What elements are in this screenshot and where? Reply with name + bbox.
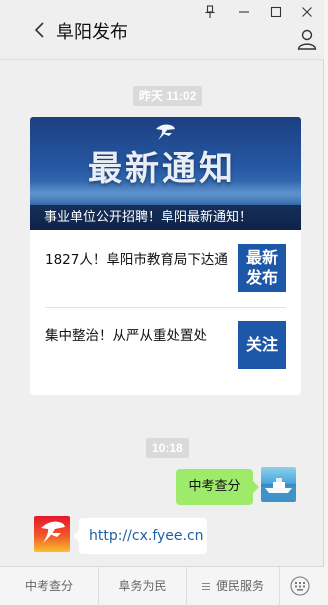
- thumbnail-text: 发布: [245, 268, 278, 287]
- article-item[interactable]: 1827人！阜阳市教育局下达通 最新 发布: [30, 232, 301, 292]
- banner-heading: 最新通知: [88, 149, 236, 189]
- article-banner[interactable]: 最新通知 事业单位公开招聘！阜阳最新通知！: [30, 117, 301, 230]
- submenu-icon: [201, 583, 210, 590]
- menu-item-convenience[interactable]: 便民服务: [187, 567, 279, 605]
- user-avatar[interactable]: [261, 467, 296, 502]
- chat-window: 阜阳发布 昨天 11:02 最新通知 事业单位公开招聘！阜阳最新通知！ 1827…: [0, 0, 324, 605]
- keyboard-icon[interactable]: [290, 576, 310, 596]
- fuyang-logo-icon: [156, 124, 175, 140]
- menu-item-label: 便民服务: [215, 579, 264, 593]
- menu-divider: [279, 567, 280, 605]
- pin-icon[interactable]: [199, 3, 221, 21]
- message-timestamp: 昨天 11:02: [133, 86, 203, 106]
- account-menu-bar: 中考查分 阜务为民 便民服务: [0, 566, 324, 605]
- fuyang-logo-icon: [41, 521, 65, 543]
- chat-title: 阜阳发布: [56, 22, 128, 43]
- sent-message-bubble[interactable]: 中考查分: [176, 469, 259, 505]
- thumbnail-text: 关注: [245, 335, 278, 354]
- banner-caption: 事业单位公开招聘！阜阳最新通知！: [30, 205, 301, 230]
- message-timestamp: 10:18: [146, 438, 189, 458]
- close-icon[interactable]: [296, 3, 318, 21]
- menu-item-public-service[interactable]: 阜务为民: [99, 567, 186, 605]
- official-account-avatar[interactable]: [34, 516, 70, 552]
- article-title: 集中整治！从严从重处置处: [45, 328, 207, 344]
- account-profile-icon[interactable]: [296, 28, 318, 50]
- article-item[interactable]: 集中整治！从严从重处置处 关注: [30, 308, 301, 369]
- article-card[interactable]: 最新通知 事业单位公开招聘！阜阳最新通知！ 1827人！阜阳市教育局下达通 最新…: [30, 117, 301, 395]
- article-thumbnail: 关注: [238, 321, 286, 369]
- back-arrow-icon[interactable]: [32, 20, 48, 40]
- title-bar: 阜阳发布: [0, 0, 324, 60]
- background-window-edge: [324, 0, 328, 605]
- minimize-icon[interactable]: [233, 3, 255, 21]
- thumbnail-text: 最新: [245, 248, 278, 267]
- received-message-link[interactable]: http://cx.fyee.cn: [73, 518, 207, 554]
- menu-item-score-query[interactable]: 中考查分: [0, 567, 98, 605]
- maximize-icon[interactable]: [265, 3, 287, 21]
- article-thumbnail: 最新 发布: [238, 244, 286, 292]
- article-title: 1827人！阜阳市教育局下达通: [45, 252, 228, 268]
- ship-image-icon: [261, 478, 296, 502]
